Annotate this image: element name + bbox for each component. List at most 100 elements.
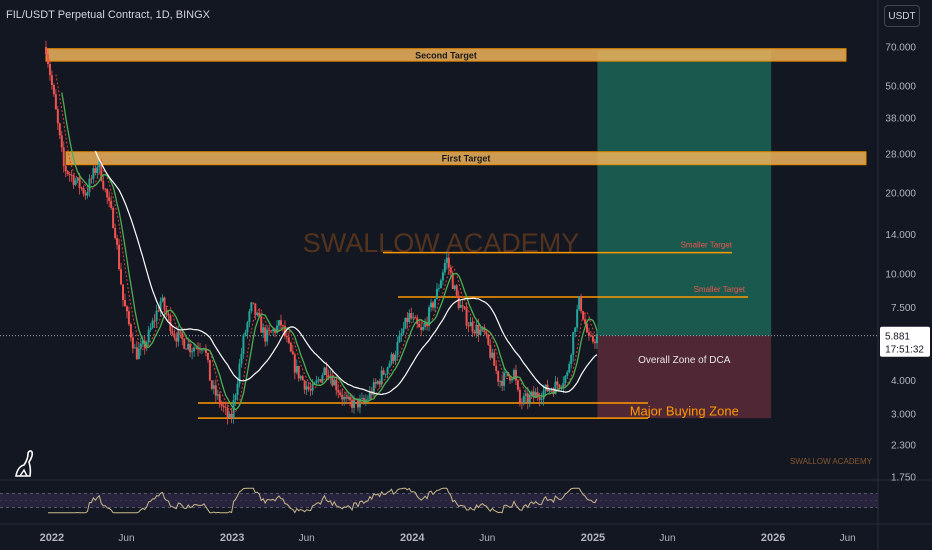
candle-body: [558, 384, 561, 388]
candle-body: [335, 379, 338, 391]
candle-body: [463, 306, 466, 309]
candle-body: [457, 295, 460, 308]
candle-body: [266, 329, 269, 342]
candle-body: [210, 380, 213, 389]
candle-body: [588, 332, 591, 336]
chart-canvas[interactable]: SWALLOW ACADEMY Second Target First Targe…: [0, 0, 932, 550]
candle-body: [402, 328, 405, 334]
candle-body: [268, 329, 271, 331]
candle-body: [366, 398, 369, 400]
candle-body: [185, 348, 188, 350]
candle-body: [66, 171, 69, 174]
candle-body: [104, 188, 107, 190]
price-tick-label: 28.000: [885, 149, 916, 160]
candle-body: [410, 313, 413, 319]
candle-body: [214, 385, 217, 396]
candle-body: [343, 397, 346, 400]
candle-body: [574, 327, 577, 333]
candle-body: [129, 324, 132, 338]
candle-body: [538, 396, 541, 400]
price-tick-label: 20.000: [885, 189, 916, 200]
candle-body: [499, 380, 502, 382]
dca-zone-label: Overall Zone of DCA: [638, 355, 731, 366]
candle-body: [432, 302, 435, 308]
candle-body: [167, 313, 170, 316]
candle-body: [151, 320, 154, 328]
candle-body: [414, 317, 417, 319]
candle-body: [497, 370, 500, 382]
candle-body: [106, 189, 109, 198]
candle-body: [125, 306, 128, 312]
candle-body: [339, 392, 342, 396]
candle-body: [430, 302, 433, 308]
candle-body: [564, 375, 567, 384]
candle-body: [447, 257, 450, 268]
smaller-target-label-2: Smaller Target: [694, 285, 746, 294]
candle-body: [270, 330, 273, 332]
candle-body: [489, 344, 492, 358]
candle-body: [455, 285, 458, 296]
buying-zone-label: Major Buying Zone: [630, 403, 739, 418]
time-tick-label: Jun: [118, 533, 134, 544]
candle-body: [46, 54, 49, 64]
candle-body: [212, 385, 215, 389]
candle-body: [171, 331, 174, 334]
candle-body: [244, 332, 247, 336]
candle-body: [360, 398, 363, 399]
candle-body: [495, 365, 498, 371]
candle-body: [424, 322, 427, 327]
candle-body: [420, 327, 423, 330]
candle-body: [110, 200, 113, 208]
candle-body: [584, 319, 587, 324]
candle-body: [70, 174, 73, 176]
candle-body: [325, 367, 328, 375]
candle-body: [74, 180, 77, 185]
candle-body: [272, 329, 275, 332]
candle-body: [277, 320, 280, 326]
candle-body: [236, 383, 239, 395]
candle-body: [443, 263, 446, 273]
countdown-value: 17:51:32: [885, 345, 924, 356]
candle-body: [48, 63, 51, 76]
candle-body: [465, 308, 468, 326]
candle-body: [179, 331, 182, 333]
candle-body: [520, 402, 523, 404]
candle-body: [323, 367, 326, 376]
candle-body: [305, 386, 308, 390]
candle-body: [589, 335, 592, 337]
candle-body: [485, 332, 488, 335]
candle-body: [240, 353, 243, 364]
candle-body: [68, 173, 71, 175]
candle-body: [487, 334, 490, 345]
candle-body: [591, 336, 594, 342]
time-tick-label: 2024: [400, 532, 425, 544]
candle-body: [262, 327, 265, 333]
candle-body: [208, 359, 211, 381]
price-tick-label: 3.000: [891, 410, 916, 421]
candle-body: [404, 317, 407, 329]
candle-body: [576, 309, 579, 328]
candle-body: [297, 365, 300, 379]
candle-body: [62, 147, 65, 166]
candle-body: [518, 389, 521, 403]
candle-body: [114, 228, 117, 239]
chart-root[interactable]: FIL/USDT Perpetual Contract, 1D, BINGX U…: [0, 0, 932, 550]
candle-body: [137, 348, 140, 360]
candle-body: [135, 347, 138, 360]
price-tick-label: 70.000: [885, 43, 916, 54]
candle-body: [386, 367, 389, 374]
candle-body: [291, 351, 294, 355]
candle-body: [287, 337, 290, 343]
candle-body: [384, 373, 387, 375]
candle-body: [493, 352, 496, 366]
candle-body: [351, 400, 354, 408]
candle-body: [80, 187, 83, 189]
candle-body: [568, 364, 571, 373]
candle-body: [572, 332, 575, 355]
candle-body: [556, 381, 559, 385]
candle-body: [120, 269, 123, 285]
candle-body: [118, 244, 121, 270]
candle-body: [398, 335, 401, 342]
candle-body: [216, 394, 219, 396]
candle-body: [76, 177, 79, 181]
